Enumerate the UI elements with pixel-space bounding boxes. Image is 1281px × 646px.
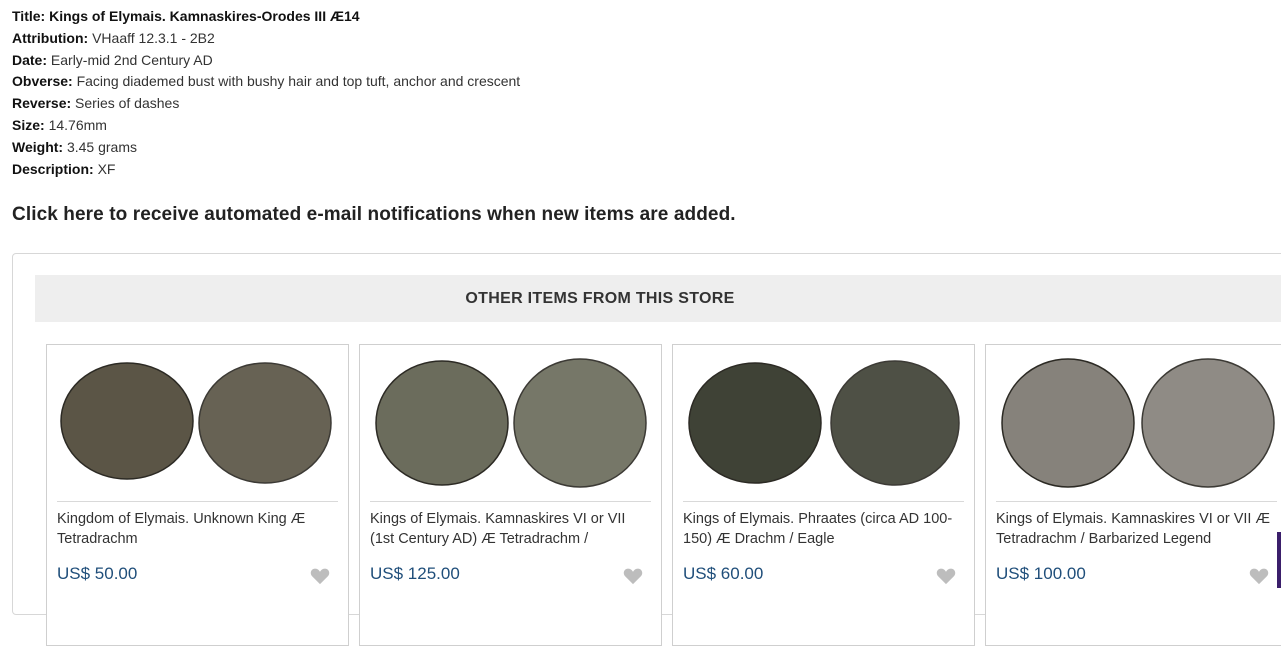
item-price: US$ 100.00 — [996, 564, 1086, 583]
item-card[interactable]: Kings of Elymais. Kamnaskires VI or VII … — [985, 344, 1281, 646]
heart-icon[interactable] — [936, 567, 956, 585]
heart-icon[interactable] — [623, 567, 643, 585]
item-title-link[interactable]: Kingdom of Elymais. Unknown King Æ Tetra… — [57, 509, 339, 549]
item-price: US$ 125.00 — [370, 564, 460, 583]
item-title-link[interactable]: Kings of Elymais. Kamnaskires VI or VII … — [996, 509, 1278, 549]
detail-description: Description: XF — [12, 160, 116, 177]
coin-image[interactable] — [683, 351, 964, 495]
detail-weight: Weight: 3.45 grams — [12, 138, 138, 155]
other-items-panel: OTHER ITEMS FROM THIS STORE Kingdom of E… — [12, 253, 1281, 646]
card-divider — [683, 501, 964, 502]
email-notification-link[interactable]: Click here to receive automated e-mail n… — [12, 204, 736, 226]
detail-obverse: Obverse: Facing diademed bust with bushy… — [12, 73, 521, 90]
item-title-link[interactable]: Kings of Elymais. Phraates (circa AD 100… — [683, 509, 965, 549]
item-details: Title: Kings of Elymais. Kamnaskires-Oro… — [12, 6, 520, 180]
detail-reverse: Reverse: Series of dashes — [12, 95, 180, 112]
item-card[interactable]: Kings of Elymais. Kamnaskires VI or VII … — [359, 344, 662, 646]
item-price: US$ 50.00 — [57, 564, 138, 583]
heart-icon[interactable] — [310, 567, 330, 585]
coin-image[interactable] — [996, 351, 1277, 495]
detail-date: Date: Early-mid 2nd Century AD — [12, 51, 213, 68]
coin-image[interactable] — [370, 351, 651, 495]
item-price: US$ 60.00 — [683, 564, 764, 583]
detail-attribution: Attribution: VHaaff 12.3.1 - 2B2 — [12, 29, 215, 46]
detail-title: Title: Kings of Elymais. Kamnaskires-Oro… — [12, 8, 360, 24]
other-items-header: OTHER ITEMS FROM THIS STORE — [35, 275, 1281, 322]
item-card[interactable]: Kings of Elymais. Phraates (circa AD 100… — [672, 344, 975, 646]
item-title-link[interactable]: Kings of Elymais. Kamnaskires VI or VII … — [370, 509, 652, 549]
card-divider — [996, 501, 1277, 502]
other-items-heading: OTHER ITEMS FROM THIS STORE — [465, 289, 735, 307]
card-divider — [370, 501, 651, 502]
scrollbar-thumb[interactable] — [1277, 532, 1281, 588]
card-divider — [57, 501, 338, 502]
coin-image[interactable] — [57, 351, 338, 495]
detail-size: Size: 14.76mm — [12, 116, 107, 133]
heart-icon[interactable] — [1249, 567, 1269, 585]
item-card[interactable]: Kingdom of Elymais. Unknown King Æ Tetra… — [46, 344, 349, 646]
